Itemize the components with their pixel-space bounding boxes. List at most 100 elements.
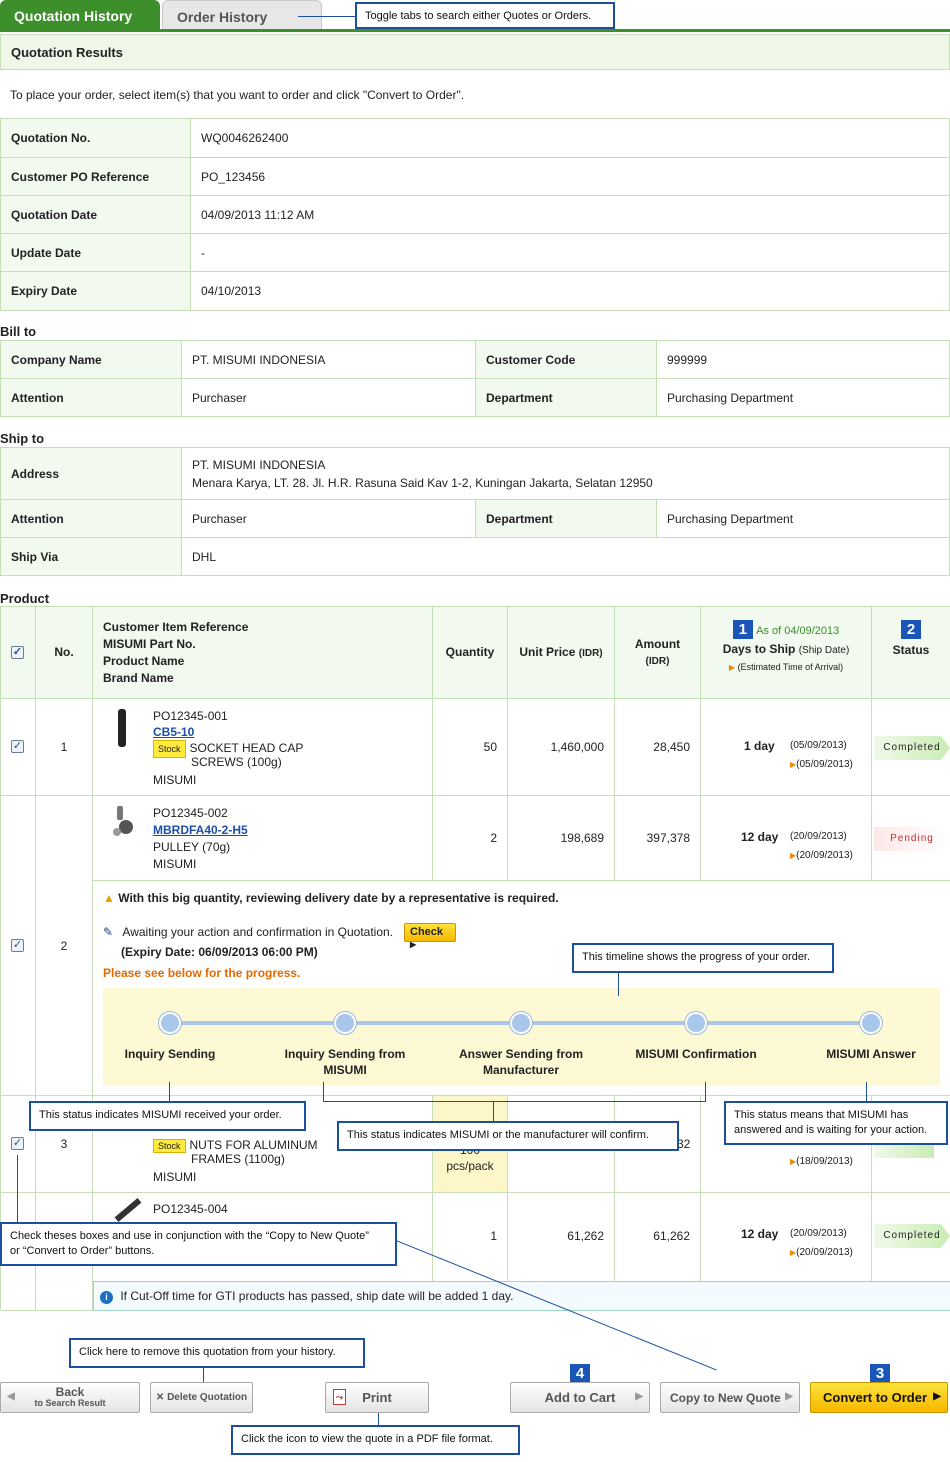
back-button[interactable]: ◀ Back to Search Result: [0, 1382, 140, 1413]
row-4-qty: 1: [433, 1193, 508, 1287]
row-4-ship: 12 day (20/09/2013) ▶(20/09/2013): [701, 1193, 872, 1287]
progress-note: Please see below for the progress.: [103, 966, 301, 980]
print-label: Print: [362, 1390, 392, 1405]
badge-1: 1: [732, 620, 753, 639]
callout-connector: [618, 972, 619, 996]
address-line-1: PT. MISUMI INDONESIA: [192, 457, 326, 472]
callout-connector: [203, 1368, 204, 1382]
row-2-ref: PO12345-002: [153, 806, 228, 820]
timeline-dot-4: [685, 1012, 707, 1034]
tab-quotation-history[interactable]: Quotation History: [0, 0, 160, 31]
callout-confirm: This status indicates MISUMI or the manu…: [337, 1121, 679, 1151]
row-2-ship-date: (20/09/2013): [790, 831, 847, 842]
chevron-right-icon: ▶: [933, 1391, 941, 1402]
timeline-step-2: Inquiry Sending from MISUMI: [284, 1047, 406, 1077]
row-1-days: 1 day: [744, 739, 775, 753]
check-button-label: Check: [410, 926, 444, 938]
header-status-label: Status: [892, 643, 930, 657]
row-3-eta: (18/09/2013): [796, 1156, 853, 1167]
header-check-cell: ✓: [1, 607, 36, 699]
row-1-status-cell: Completed: [872, 699, 950, 796]
header-product-name: Product Name: [103, 654, 185, 668]
timeline-step-4: MISUMI Confirmation: [635, 1047, 757, 1061]
label-company-name: Company Name: [0, 340, 182, 379]
row-2-eta: (20/09/2013): [796, 850, 853, 861]
timeline-dot-1: [159, 1012, 181, 1034]
play-icon: ▶: [410, 940, 417, 949]
callout-connector: [169, 1082, 170, 1102]
value-update-date: -: [190, 233, 950, 272]
label-quotation-no: Quotation No.: [0, 118, 191, 158]
value-ship-via: DHL: [181, 537, 950, 576]
timeline-dot-3: [510, 1012, 532, 1034]
label-ship-department: Department: [475, 499, 657, 538]
tab-underline: [0, 29, 950, 32]
timeline-dot-2: [334, 1012, 356, 1034]
row-4-unit: 61,262: [508, 1193, 615, 1287]
warning-text: With this big quantity, reviewing delive…: [118, 891, 559, 905]
address-line-2: Menara Karya, LT. 28. Jl. H.R. Rasuna Sa…: [192, 475, 653, 490]
row-3-checkbox[interactable]: ✓: [11, 1137, 24, 1150]
intro-text: To place your order, select item(s) that…: [10, 88, 465, 102]
value-po-reference: PO_123456: [190, 157, 950, 196]
chevron-right-icon: ▶: [635, 1391, 643, 1402]
check-button[interactable]: Check ▶: [404, 923, 456, 949]
row-1-stock-badge: Stock: [153, 740, 186, 758]
row-1-part-link[interactable]: CB5-10: [153, 724, 303, 740]
delete-quotation-button[interactable]: ✕ Delete Quotation: [150, 1382, 253, 1413]
row-1-ship: 1 day (05/09/2013) ▶(05/09/2013): [701, 699, 872, 796]
add-to-cart-button[interactable]: Add to Cart ▶: [510, 1382, 650, 1413]
chevron-left-icon: ◀: [7, 1391, 15, 1402]
header-eta: (Estimated Time of Arrival): [737, 662, 844, 672]
pdf-icon[interactable]: ⤳: [333, 1389, 346, 1405]
row-2-status: Pending: [874, 827, 950, 851]
row-4-days: 12 day: [741, 1227, 779, 1241]
copy-to-new-quote-button[interactable]: Copy to New Quote ▶: [660, 1382, 800, 1413]
chevron-right-icon: ▶: [785, 1391, 793, 1402]
header-days-to-ship: 1 As of 04/09/2013 Days to Ship (Ship Da…: [701, 607, 872, 699]
row-3-brand: MISUMI: [153, 1170, 197, 1184]
row-1-ref: PO12345-001: [153, 709, 228, 723]
bill-to-title: Bill to: [0, 324, 37, 339]
label-po-reference: Customer PO Reference: [0, 157, 191, 196]
row-2-part-link[interactable]: MBRDFA40-2-H5: [153, 822, 248, 839]
value-department: Purchasing Department: [656, 378, 950, 417]
value-expiry-date: 04/10/2013: [190, 271, 950, 311]
timeline-step-5: MISUMI Answer: [826, 1047, 916, 1061]
convert-to-order-button[interactable]: Convert to Order ▶: [810, 1382, 948, 1413]
bill-to-table: Company Name PT. MISUMI INDONESIA Custom…: [0, 340, 950, 417]
callout-delete: Click here to remove this quotation from…: [69, 1338, 365, 1368]
row-1-no: 1: [36, 699, 93, 796]
badge-3: 3: [870, 1364, 890, 1383]
header-amount-unit: (IDR): [645, 656, 670, 667]
header-as-of: As of 04/09/2013: [756, 625, 840, 637]
header-status: 2 Status: [872, 607, 950, 699]
cutoff-text: If Cut-Off time for GTI products has pas…: [120, 1289, 514, 1303]
callout-checkboxes: Check theses boxes and use in conjunctio…: [0, 1222, 397, 1266]
row-1-checkbox[interactable]: ✓: [11, 740, 24, 753]
value-customer-code: 999999: [656, 340, 950, 379]
print-button[interactable]: ⤳ Print: [325, 1382, 429, 1413]
row-4-ship-date: (20/09/2013): [790, 1228, 847, 1239]
cutoff-note: i If Cut-Off time for GTI products has p…: [93, 1281, 950, 1311]
delete-label: Delete Quotation: [167, 1392, 248, 1403]
row-4-amount: 61,262: [615, 1193, 701, 1287]
header-unit-price-unit: (IDR): [578, 648, 603, 659]
close-icon: ✕: [155, 1392, 165, 1403]
row-2-check-cell: ✓: [1, 796, 36, 1096]
label-address: Address: [0, 447, 182, 500]
callout-connector: [866, 1082, 867, 1102]
select-all-checkbox[interactable]: ✓: [11, 646, 24, 659]
row-2-checkbox[interactable]: ✓: [11, 939, 24, 952]
warning-icon: ▲: [103, 891, 115, 905]
row-4-status-cell: Completed: [872, 1193, 950, 1287]
row-3-name-2: FRAMES (1100g): [191, 1152, 285, 1166]
badge-4: 4: [570, 1364, 590, 1383]
value-address: PT. MISUMI INDONESIA Menara Karya, LT. 2…: [181, 447, 950, 500]
value-quotation-date: 04/09/2013 11:12 AM: [190, 195, 950, 234]
row-3-amount: 32: [677, 1137, 691, 1151]
row-4-eta: (20/09/2013): [796, 1247, 853, 1258]
header-brand: Brand Name: [103, 671, 174, 685]
callout-connector: [17, 1155, 18, 1222]
callout-connector: [705, 1082, 706, 1102]
